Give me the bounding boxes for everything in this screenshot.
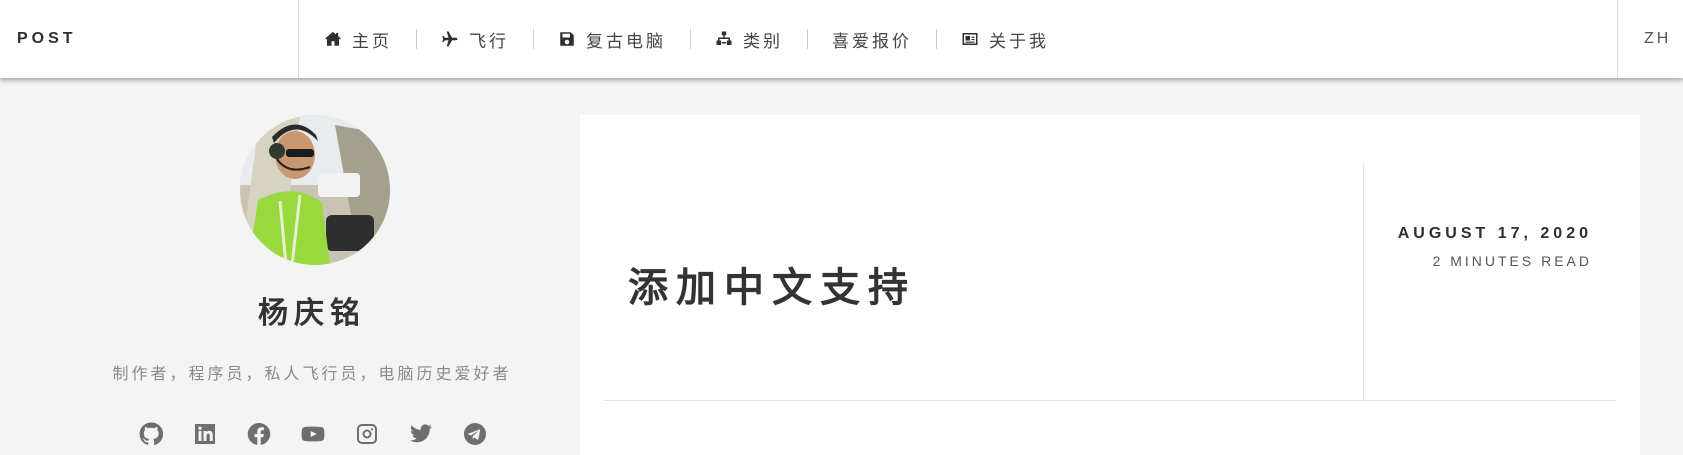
nav-label-flying: 飞行 [469, 31, 509, 52]
header-vertical-divider [1363, 163, 1364, 400]
language-switcher[interactable]: ZH [1617, 0, 1683, 78]
top-navigation-bar: POST 主页 飞行 复古电脑 类别 喜爱报价 关于我 ZH [0, 0, 1683, 78]
floppy-disk-icon [560, 32, 574, 46]
twitter-icon[interactable] [409, 422, 433, 446]
nav-divider [807, 29, 808, 49]
telegram-icon[interactable] [463, 422, 487, 446]
author-bio: 制作者，程序员，私人飞行员，电脑历史爱好者 [112, 364, 512, 383]
nav-divider [416, 29, 417, 49]
id-card-icon [962, 33, 978, 45]
author-sidebar: 杨庆铭 制作者，程序员，私人飞行员，电脑历史爱好者 [0, 78, 580, 455]
nav-label-home: 主页 [352, 31, 392, 52]
nav-item-about-me[interactable]: 关于我 [961, 27, 1049, 52]
linkedin-icon[interactable] [193, 422, 217, 446]
nav-item-categories[interactable]: 类别 [715, 27, 783, 52]
nav-divider [690, 29, 691, 49]
avatar-photo [240, 115, 390, 265]
avatar [240, 115, 390, 265]
main-nav: 主页 飞行 复古电脑 类别 喜爱报价 关于我 [300, 0, 1049, 78]
author-name: 杨庆铭 [258, 296, 366, 331]
nav-item-flying[interactable]: 飞行 [441, 27, 509, 52]
plane-icon [442, 31, 458, 47]
nav-label-retro-computers: 复古电脑 [586, 31, 666, 52]
sitemap-icon [716, 31, 732, 45]
facebook-icon[interactable] [247, 422, 271, 446]
nav-label-favorite-quotes: 喜爱报价 [832, 31, 912, 52]
github-icon[interactable] [139, 422, 163, 446]
post-title: 添加中文支持 [628, 265, 916, 311]
post-card: 添加中文支持 AUGUST 17, 2020 2 MINUTES READ [580, 115, 1640, 455]
nav-item-retro-computers[interactable]: 复古电脑 [558, 27, 666, 52]
nav-label-categories: 类别 [743, 31, 783, 52]
header-horizontal-divider [604, 400, 1616, 401]
post-date: AUGUST 17, 2020 [1397, 225, 1592, 242]
nav-label-about-me: 关于我 [989, 31, 1049, 52]
read-time: 2 MINUTES READ [1432, 253, 1592, 269]
site-brand[interactable]: POST [0, 0, 299, 78]
nav-item-favorite-quotes[interactable]: 喜爱报价 [832, 27, 912, 52]
social-links [139, 422, 487, 446]
nav-divider [936, 29, 937, 49]
nav-divider [533, 29, 534, 49]
home-icon [325, 31, 341, 46]
youtube-icon[interactable] [301, 422, 325, 446]
nav-item-home[interactable]: 主页 [324, 27, 392, 52]
instagram-icon[interactable] [355, 422, 379, 446]
